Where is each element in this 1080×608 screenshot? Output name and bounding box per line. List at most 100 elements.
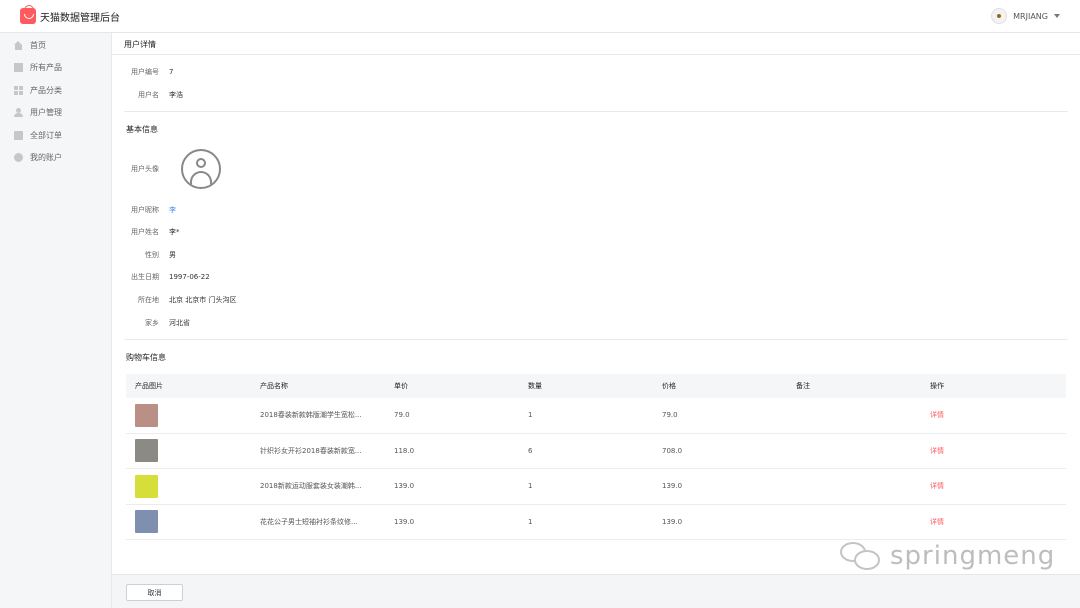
user-icon [14, 108, 23, 118]
detail-link[interactable]: 详情 [930, 517, 1066, 527]
watermark: springmeng [840, 538, 1055, 574]
sidebar-item-label: 用户管理 [30, 108, 62, 118]
product-thumbnail[interactable] [135, 474, 158, 498]
field-realname: 用户姓名 李* [112, 227, 180, 237]
field-label: 用户头像 [131, 165, 159, 173]
column-header: 产品图片 [135, 382, 163, 390]
column-header: 操作 [930, 382, 944, 390]
sidebar-item-home[interactable]: 首页 [0, 34, 111, 57]
product-thumb-cell [126, 439, 260, 463]
product-thumb-cell [126, 474, 260, 498]
home-icon [14, 40, 23, 50]
category-icon [14, 85, 23, 95]
column-header: 产品名称 [260, 382, 288, 390]
unit-price: 139.0 [394, 517, 415, 526]
column-header: 数量 [528, 382, 542, 390]
detail-link[interactable]: 详情 [930, 481, 1066, 491]
field-birthday: 出生日期 1997-06-22 [112, 272, 210, 282]
product-name: 针织衫女开衫2018春装新款宽... [260, 446, 362, 455]
table-row: 2018新款运动服套装女装潮韩... 139.0 1 139.0 详情 [126, 469, 1066, 505]
field-label: 用户名 [138, 91, 159, 99]
product-name: 2018新款运动服套装女装潮韩... [260, 482, 362, 491]
field-user-id: 用户编号 7 [112, 67, 173, 77]
field-value: 河北省 [169, 319, 190, 327]
gear-icon [14, 153, 23, 163]
column-header: 备注 [796, 382, 810, 390]
wechat-icon [840, 538, 884, 574]
quantity: 1 [528, 411, 533, 420]
divider [124, 339, 1068, 340]
price: 139.0 [662, 517, 683, 526]
price: 708.0 [662, 446, 683, 455]
sidebar-item-users[interactable]: 用户管理 [0, 102, 111, 125]
field-value[interactable]: 李 [169, 205, 176, 215]
table-row: 针织衫女开衫2018春装新款宽... 118.0 6 708.0 详情 [126, 434, 1066, 469]
field-value: 1997-06-22 [169, 273, 210, 281]
table-row: 花花公子男士短袖衬衫条纹修... 139.0 1 139.0 详情 [126, 505, 1066, 540]
field-value: 男 [169, 251, 176, 259]
field-label: 用户昵称 [131, 206, 159, 214]
sidebar: 首页 所有产品 产品分类 用户管理 全部订单 我的账户 [0, 33, 112, 608]
cancel-button[interactable]: 取消 [126, 584, 183, 601]
field-label: 性别 [145, 251, 159, 259]
product-thumb-cell [126, 510, 260, 534]
field-label: 用户编号 [131, 68, 159, 76]
sidebar-item-label: 全部订单 [30, 130, 62, 140]
sidebar-item-label: 所有产品 [30, 63, 62, 73]
product-thumbnail[interactable] [135, 403, 158, 427]
field-label: 家乡 [145, 319, 159, 327]
field-label: 出生日期 [131, 273, 159, 281]
sidebar-item-account[interactable]: 我的账户 [0, 147, 111, 170]
sidebar-item-label: 首页 [30, 40, 46, 50]
unit-price: 79.0 [394, 411, 410, 420]
field-label: 所在地 [138, 296, 159, 304]
main-content: 用户详情 用户编号 7 用户名 李浩 基本信息 用户头像 用户昵称 李 用户姓名… [112, 33, 1080, 574]
footer-bar: 取消 [112, 574, 1080, 608]
sidebar-item-products[interactable]: 所有产品 [0, 57, 111, 80]
unit-price: 139.0 [394, 482, 415, 491]
quantity: 6 [528, 446, 533, 455]
product-thumb-cell [126, 403, 260, 427]
field-username: 用户名 李浩 [112, 90, 183, 100]
caret-down-icon [1054, 14, 1060, 18]
field-nickname: 用户昵称 李 [112, 205, 176, 215]
field-label: 用户姓名 [131, 228, 159, 236]
sidebar-item-label: 我的账户 [30, 153, 62, 163]
detail-link[interactable]: 详情 [930, 446, 1066, 456]
shopping-bag-logo-icon [20, 5, 36, 24]
sidebar-item-label: 产品分类 [30, 85, 62, 95]
price: 79.0 [662, 411, 678, 420]
field-gender: 性别 男 [112, 250, 176, 260]
field-value: 7 [169, 68, 174, 76]
brand[interactable]: 天猫数据管理后台 [20, 5, 120, 24]
sidebar-item-orders[interactable]: 全部订单 [0, 124, 111, 147]
price: 139.0 [662, 482, 683, 491]
divider [112, 54, 1080, 55]
product-name: 花花公子男士短袖衬衫条纹修... [260, 517, 358, 526]
divider [124, 111, 1068, 112]
field-value: 北京 北京市 门头沟区 [169, 296, 237, 304]
section-title-basic: 基本信息 [126, 125, 158, 134]
user-avatar [991, 8, 1008, 24]
order-icon [14, 130, 23, 140]
column-header: 价格 [662, 382, 676, 390]
product-icon [14, 63, 23, 73]
field-location: 所在地 北京 北京市 门头沟区 [112, 295, 236, 305]
column-header: 单价 [394, 382, 408, 390]
app-title: 天猫数据管理后台 [40, 12, 120, 24]
sidebar-item-categories[interactable]: 产品分类 [0, 79, 111, 102]
page-title: 用户详情 [124, 40, 156, 49]
unit-price: 118.0 [394, 446, 415, 455]
product-thumbnail[interactable] [135, 439, 158, 463]
watermark-text: springmeng [890, 541, 1056, 571]
field-value: 李* [169, 228, 180, 236]
quantity: 1 [528, 482, 533, 491]
table-row: 2018春装新款韩版潮学生宽松... 79.0 1 79.0 详情 [126, 398, 1066, 434]
table-header: 产品图片 产品名称 单价 数量 价格 备注 操作 [126, 374, 1066, 398]
product-name: 2018春装新款韩版潮学生宽松... [260, 411, 362, 420]
detail-link[interactable]: 详情 [930, 410, 1066, 420]
product-thumbnail[interactable] [135, 510, 158, 534]
user-menu[interactable]: MRJIANG [991, 8, 1060, 24]
field-avatar: 用户头像 [112, 164, 159, 174]
user-avatar-placeholder-icon [181, 149, 221, 189]
